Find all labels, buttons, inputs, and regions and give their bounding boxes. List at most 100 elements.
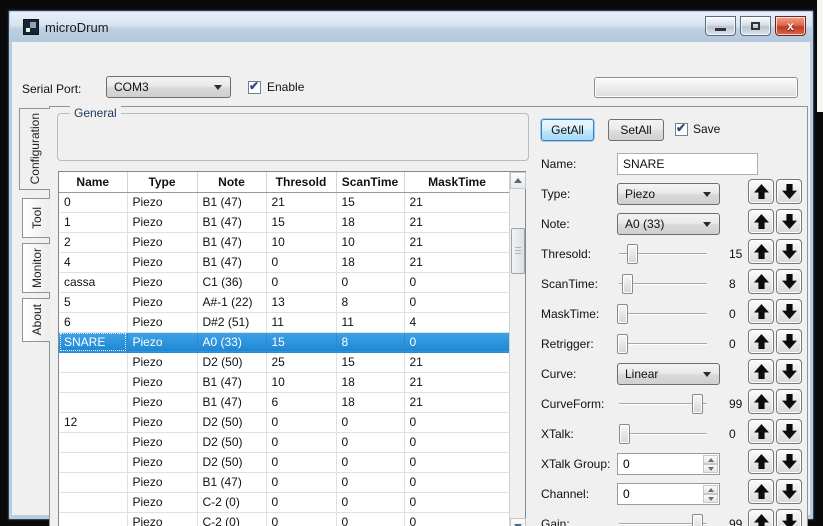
retrigger-up-button[interactable]	[748, 329, 774, 354]
column-header[interactable]: Name	[59, 172, 128, 193]
table-cell[interactable]: Piezo	[127, 412, 198, 433]
retrigger-down-button[interactable]	[776, 329, 802, 354]
table-cell[interactable]: cassa	[59, 272, 128, 293]
xtalkgroup-up-button[interactable]	[748, 449, 774, 474]
table-cell[interactable]: 8	[336, 332, 405, 353]
channel-down-button[interactable]	[776, 479, 802, 504]
minimize-button[interactable]	[705, 16, 736, 36]
column-header[interactable]: Thresold	[266, 172, 337, 193]
table-row[interactable]: Piezo B1 (47) 10 18 21	[59, 372, 511, 393]
save-checkbox[interactable]: ✔	[675, 121, 688, 136]
table-cell[interactable]: 0	[266, 452, 337, 473]
table-cell[interactable]: Piezo	[127, 452, 198, 473]
table-cell[interactable]: 21	[404, 192, 511, 213]
tab-monitor[interactable]: Monitor	[22, 243, 50, 293]
spin-down-button[interactable]	[703, 464, 718, 473]
table-cell[interactable]: 0	[266, 512, 337, 526]
table-cell[interactable]: B1 (47)	[197, 472, 267, 493]
table-row[interactable]: Piezo B1 (47) 0 0 0	[59, 472, 511, 493]
setall-button[interactable]: SetAll	[608, 119, 664, 141]
tab-about[interactable]: About	[22, 298, 50, 342]
table-cell[interactable]: Piezo	[127, 312, 198, 333]
table-cell[interactable]: Piezo	[127, 512, 198, 526]
thresold-up-button[interactable]	[748, 239, 774, 264]
table-scrollbar[interactable]	[509, 172, 526, 526]
column-header[interactable]: Note	[197, 172, 267, 193]
table-cell[interactable]: 0	[404, 332, 511, 353]
curveform-up-button[interactable]	[748, 389, 774, 414]
table-cell[interactable]: 1	[59, 212, 128, 233]
table-row[interactable]: Piezo D2 (50) 0 0 0	[59, 432, 511, 453]
table-cell[interactable]: 12	[59, 412, 128, 433]
scroll-up-button[interactable]	[510, 172, 526, 189]
table-cell[interactable]: 6	[59, 312, 128, 333]
table-cell[interactable]: Piezo	[127, 212, 198, 233]
table-cell[interactable]: 0	[404, 492, 511, 513]
table-cell[interactable]: Piezo	[127, 272, 198, 293]
table-row[interactable]: 1 Piezo B1 (47) 15 18 21	[59, 212, 511, 233]
xtalk-down-button[interactable]	[776, 419, 802, 444]
type-dropdown[interactable]: Piezo	[617, 183, 720, 205]
gain-up-button[interactable]	[748, 509, 774, 526]
table-cell[interactable]: Piezo	[127, 292, 198, 313]
table-cell[interactable]: 18	[336, 252, 405, 273]
table-cell[interactable]: 11	[266, 312, 337, 333]
table-cell[interactable]: C-2 (0)	[197, 512, 267, 526]
table-cell[interactable]: Piezo	[127, 252, 198, 273]
slider-thumb[interactable]	[617, 304, 628, 324]
table-cell[interactable]: 13	[266, 292, 337, 313]
spin-up-button[interactable]	[703, 455, 718, 464]
table-cell[interactable]: 0	[404, 272, 511, 293]
table-cell[interactable]: 0	[336, 452, 405, 473]
xtalk-up-button[interactable]	[748, 419, 774, 444]
retrigger-slider[interactable]	[617, 332, 729, 356]
spin-down-button[interactable]	[703, 494, 718, 503]
table-cell[interactable]: B1 (47)	[197, 232, 267, 253]
maximize-button[interactable]	[740, 16, 771, 36]
scantime-down-button[interactable]	[776, 269, 802, 294]
table-cell[interactable]: 25	[266, 352, 337, 373]
table-cell[interactable]: Piezo	[127, 192, 198, 213]
slider-thumb[interactable]	[617, 334, 628, 354]
table-cell[interactable]: 0	[266, 492, 337, 513]
slider-thumb[interactable]	[692, 514, 703, 526]
table-row[interactable]: 4 Piezo B1 (47) 0 18 21	[59, 252, 511, 273]
table-row[interactable]: Piezo C-2 (0) 0 0 0	[59, 492, 511, 513]
table-cell[interactable]	[59, 452, 128, 473]
table-cell[interactable]: 0	[404, 452, 511, 473]
enable-checkbox[interactable]: ✔	[248, 79, 261, 94]
curve-up-button[interactable]	[748, 359, 774, 384]
table-cell[interactable]: 21	[404, 392, 511, 413]
table-cell[interactable]: 0	[336, 472, 405, 493]
table-cell[interactable]: 21	[404, 252, 511, 273]
table-cell[interactable]: D2 (50)	[197, 412, 267, 433]
table-cell[interactable]: Piezo	[127, 332, 198, 353]
getall-button[interactable]: GetAll	[541, 119, 594, 141]
table-cell[interactable]: 15	[336, 352, 405, 373]
table-row[interactable]: Piezo B1 (47) 6 18 21	[59, 392, 511, 413]
table-cell[interactable]: 10	[336, 232, 405, 253]
table-cell[interactable]: 11	[336, 312, 405, 333]
table-cell[interactable]: 21	[404, 212, 511, 233]
table-cell[interactable]: 0	[336, 492, 405, 513]
table-cell[interactable]: 0	[404, 412, 511, 433]
table-cell[interactable]: 0	[266, 472, 337, 493]
table-cell[interactable]	[59, 432, 128, 453]
name-input[interactable]: SNARE	[617, 153, 758, 175]
table-cell[interactable]: 21	[404, 372, 511, 393]
table-cell[interactable]	[59, 372, 128, 393]
scantime-up-button[interactable]	[748, 269, 774, 294]
masktime-slider[interactable]	[617, 302, 729, 326]
scroll-down-button[interactable]	[510, 518, 526, 526]
table-cell[interactable]: Piezo	[127, 372, 198, 393]
table-cell[interactable]: 4	[404, 312, 511, 333]
table-cell[interactable]: 0	[266, 412, 337, 433]
table-cell[interactable]: 21	[404, 352, 511, 373]
table-cell[interactable]: 8	[336, 292, 405, 313]
table-row[interactable]: 6 Piezo D#2 (51) 11 11 4	[59, 312, 511, 333]
table-cell[interactable]: SNARE	[59, 332, 128, 353]
table-cell[interactable]: B1 (47)	[197, 252, 267, 273]
table-row[interactable]: 12 Piezo D2 (50) 0 0 0	[59, 412, 511, 433]
table-row[interactable]: cassa Piezo C1 (36) 0 0 0	[59, 272, 511, 293]
table-cell[interactable]: A0 (33)	[197, 332, 267, 353]
